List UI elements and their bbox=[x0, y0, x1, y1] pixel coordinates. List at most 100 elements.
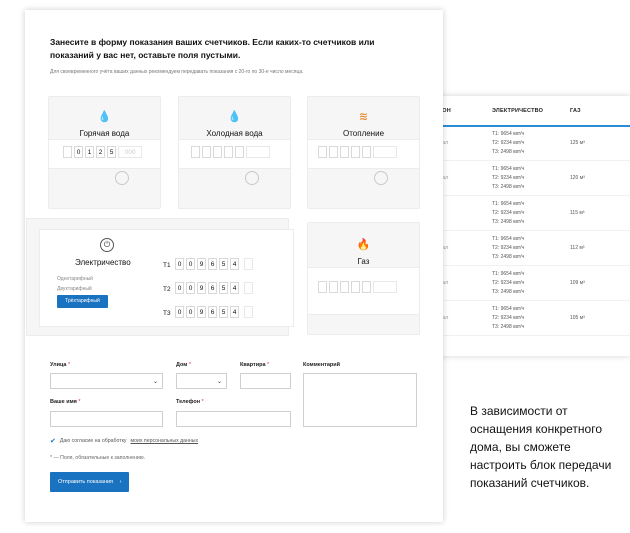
digit-input[interactable]: 0 bbox=[186, 282, 195, 294]
mode-single[interactable]: Однотарифный bbox=[57, 276, 93, 282]
digit-input[interactable]: 1 bbox=[85, 146, 94, 158]
hot-water-label: Горячая вода bbox=[79, 129, 130, 138]
digit-input[interactable] bbox=[202, 146, 211, 158]
phone-input[interactable] bbox=[176, 411, 291, 427]
table-cell: T1: 9654 квт/ч T2: 9234 квт/ч T3: 2498 квт… bbox=[492, 165, 570, 192]
hot-water-meter: 💧 Горячая вода 0 1 2 5 000 bbox=[48, 96, 161, 209]
rate-value: T3: 2498 квт/ч bbox=[492, 148, 525, 155]
mode-double[interactable]: Двухтарифный bbox=[57, 286, 92, 292]
rate-t1-digits: 0 0 9 6 5 4 bbox=[175, 258, 253, 270]
history-rows: кал T1: 9654 квт/ч T2: 9234 квт/ч T3: 2498 … bbox=[418, 126, 630, 336]
digit-input[interactable]: 0 bbox=[175, 282, 184, 294]
digit-input[interactable]: 6 bbox=[208, 306, 217, 318]
digit-input[interactable] bbox=[318, 146, 327, 158]
digit-input[interactable]: 6 bbox=[208, 258, 217, 270]
digit-input[interactable] bbox=[329, 281, 338, 293]
digit-input[interactable] bbox=[224, 146, 233, 158]
digit-input[interactable] bbox=[235, 146, 244, 158]
street-select[interactable]: ⌄ bbox=[50, 373, 163, 389]
digit-input[interactable] bbox=[362, 146, 371, 158]
digit-input[interactable] bbox=[191, 146, 200, 158]
heating-meter: ≋ Отопление bbox=[307, 96, 420, 209]
submit-arrow-icon: › bbox=[119, 479, 122, 485]
rate-value: T1: 9654 квт/ч bbox=[492, 165, 525, 172]
house-select[interactable]: ⌄ bbox=[176, 373, 227, 389]
side-caption: В зависимости от оснащения конкретного д… bbox=[470, 404, 612, 490]
digit-input[interactable] bbox=[213, 146, 222, 158]
digit-input[interactable]: 4 bbox=[230, 306, 239, 318]
mode-triple-button[interactable]: Трёхтарифный bbox=[57, 295, 108, 308]
digit-input[interactable]: 5 bbox=[107, 146, 116, 158]
digit-input[interactable] bbox=[340, 281, 349, 293]
digit-input[interactable]: 9 bbox=[197, 306, 206, 318]
electricity-label: Электричество bbox=[75, 258, 131, 267]
meter-dial bbox=[245, 171, 259, 185]
consent-link[interactable]: моих персональных данных bbox=[131, 438, 199, 444]
digit-input[interactable]: 0 bbox=[186, 258, 195, 270]
digit-input[interactable] bbox=[362, 281, 371, 293]
digit-input[interactable]: 9 bbox=[197, 258, 206, 270]
rate-value: T1: 9654 квт/ч bbox=[492, 235, 525, 242]
fraction-input[interactable] bbox=[373, 281, 397, 293]
gas-meter: 🔥 Газ bbox=[307, 222, 420, 335]
gas-digits bbox=[318, 281, 397, 293]
checkbox-checked-icon[interactable]: ✔ bbox=[50, 437, 56, 445]
consent-text: Даю согласие на обработку bbox=[59, 438, 127, 444]
history-header-underline bbox=[418, 125, 630, 127]
fraction-input[interactable] bbox=[246, 146, 270, 158]
fraction-input[interactable] bbox=[244, 258, 253, 270]
digit-input[interactable]: 0 bbox=[74, 146, 83, 158]
digit-input[interactable]: 5 bbox=[219, 306, 228, 318]
digit-input[interactable]: 4 bbox=[230, 282, 239, 294]
digit-input[interactable] bbox=[63, 146, 72, 158]
digit-input[interactable]: 4 bbox=[230, 258, 239, 270]
digit-input[interactable]: 0 bbox=[186, 306, 195, 318]
consent-row: ✔ Даю согласие на обработку моих персона… bbox=[50, 437, 198, 445]
table-cell: T1: 9654 квт/ч T2: 9234 квт/ч T3: 2498 квт… bbox=[492, 200, 570, 227]
history-col-gas: ГАЗ bbox=[570, 107, 581, 114]
rate-value: T2: 9234 квт/ч bbox=[492, 244, 525, 251]
digit-input[interactable] bbox=[318, 281, 327, 293]
digit-input[interactable] bbox=[340, 146, 349, 158]
submit-button[interactable]: Отправить показания › bbox=[50, 472, 129, 492]
table-cell: T1: 9654 квт/ч T2: 9234 квт/ч T3: 2498 квт… bbox=[492, 130, 570, 157]
heating-icon: ≋ bbox=[358, 111, 369, 123]
digit-input[interactable]: 5 bbox=[219, 282, 228, 294]
digit-input[interactable] bbox=[351, 281, 360, 293]
rate-value: T2: 9234 квт/ч bbox=[492, 139, 525, 146]
rate-t1-label: T1 bbox=[163, 262, 171, 269]
digit-input[interactable]: 0 bbox=[175, 306, 184, 318]
fraction-input[interactable]: 000 bbox=[118, 146, 142, 158]
name-input[interactable] bbox=[50, 411, 163, 427]
rate-value: T1: 9654 квт/ч bbox=[492, 200, 525, 207]
stage: ТЕЛЕФОН ЭЛЕКТРИЧЕСТВО ГАЗ калT1: 9654 кв… bbox=[0, 0, 630, 533]
gas-label: Газ bbox=[357, 257, 370, 266]
history-table-header: ТЕЛЕФОН ЭЛЕКТРИЧЕСТВО ГАЗ bbox=[418, 96, 630, 127]
submit-label: Отправить показания bbox=[58, 479, 114, 485]
fraction-input[interactable] bbox=[373, 146, 397, 158]
rate-value: T1: 9654 квт/ч bbox=[492, 270, 525, 277]
table-cell: T1: 9654 квт/ч T2: 9234 квт/ч T3: 2498 квт… bbox=[492, 305, 570, 332]
digit-input[interactable]: 2 bbox=[96, 146, 105, 158]
fraction-input[interactable] bbox=[244, 306, 253, 318]
history-table-card: ТЕЛЕФОН ЭЛЕКТРИЧЕСТВО ГАЗ калT1: 9654 кв… bbox=[418, 96, 630, 356]
rate-value: T3: 2498 квт/ч bbox=[492, 253, 525, 260]
table-cell: T1: 9654 квт/ч T2: 9234 квт/ч T3: 2498 квт… bbox=[492, 235, 570, 262]
apartment-input[interactable] bbox=[240, 373, 291, 389]
rate-value: T3: 2498 квт/ч bbox=[492, 183, 525, 190]
digit-input[interactable]: 6 bbox=[208, 282, 217, 294]
rate-value: T2: 9234 квт/ч bbox=[492, 279, 525, 286]
digit-input[interactable]: 9 bbox=[197, 282, 206, 294]
digit-input[interactable] bbox=[329, 146, 338, 158]
heating-label: Отопление bbox=[342, 129, 385, 138]
table-row: кал T1: 9654 квт/ч T2: 9234 квт/ч T3: 2498 … bbox=[418, 301, 630, 336]
digit-input[interactable]: 5 bbox=[219, 258, 228, 270]
digit-input[interactable] bbox=[351, 146, 360, 158]
comment-textarea[interactable] bbox=[303, 373, 417, 427]
fraction-input[interactable] bbox=[244, 282, 253, 294]
table-row: кал T1: 9654 квт/ч T2: 9234 квт/ч T3: 2498 … bbox=[418, 126, 630, 161]
table-cell: 125 м³ bbox=[570, 140, 585, 146]
rate-value: T2: 9234 квт/ч bbox=[492, 209, 525, 216]
digit-input[interactable]: 0 bbox=[175, 258, 184, 270]
required-note: * — Поля, обязательные к заполнению. bbox=[50, 455, 146, 461]
